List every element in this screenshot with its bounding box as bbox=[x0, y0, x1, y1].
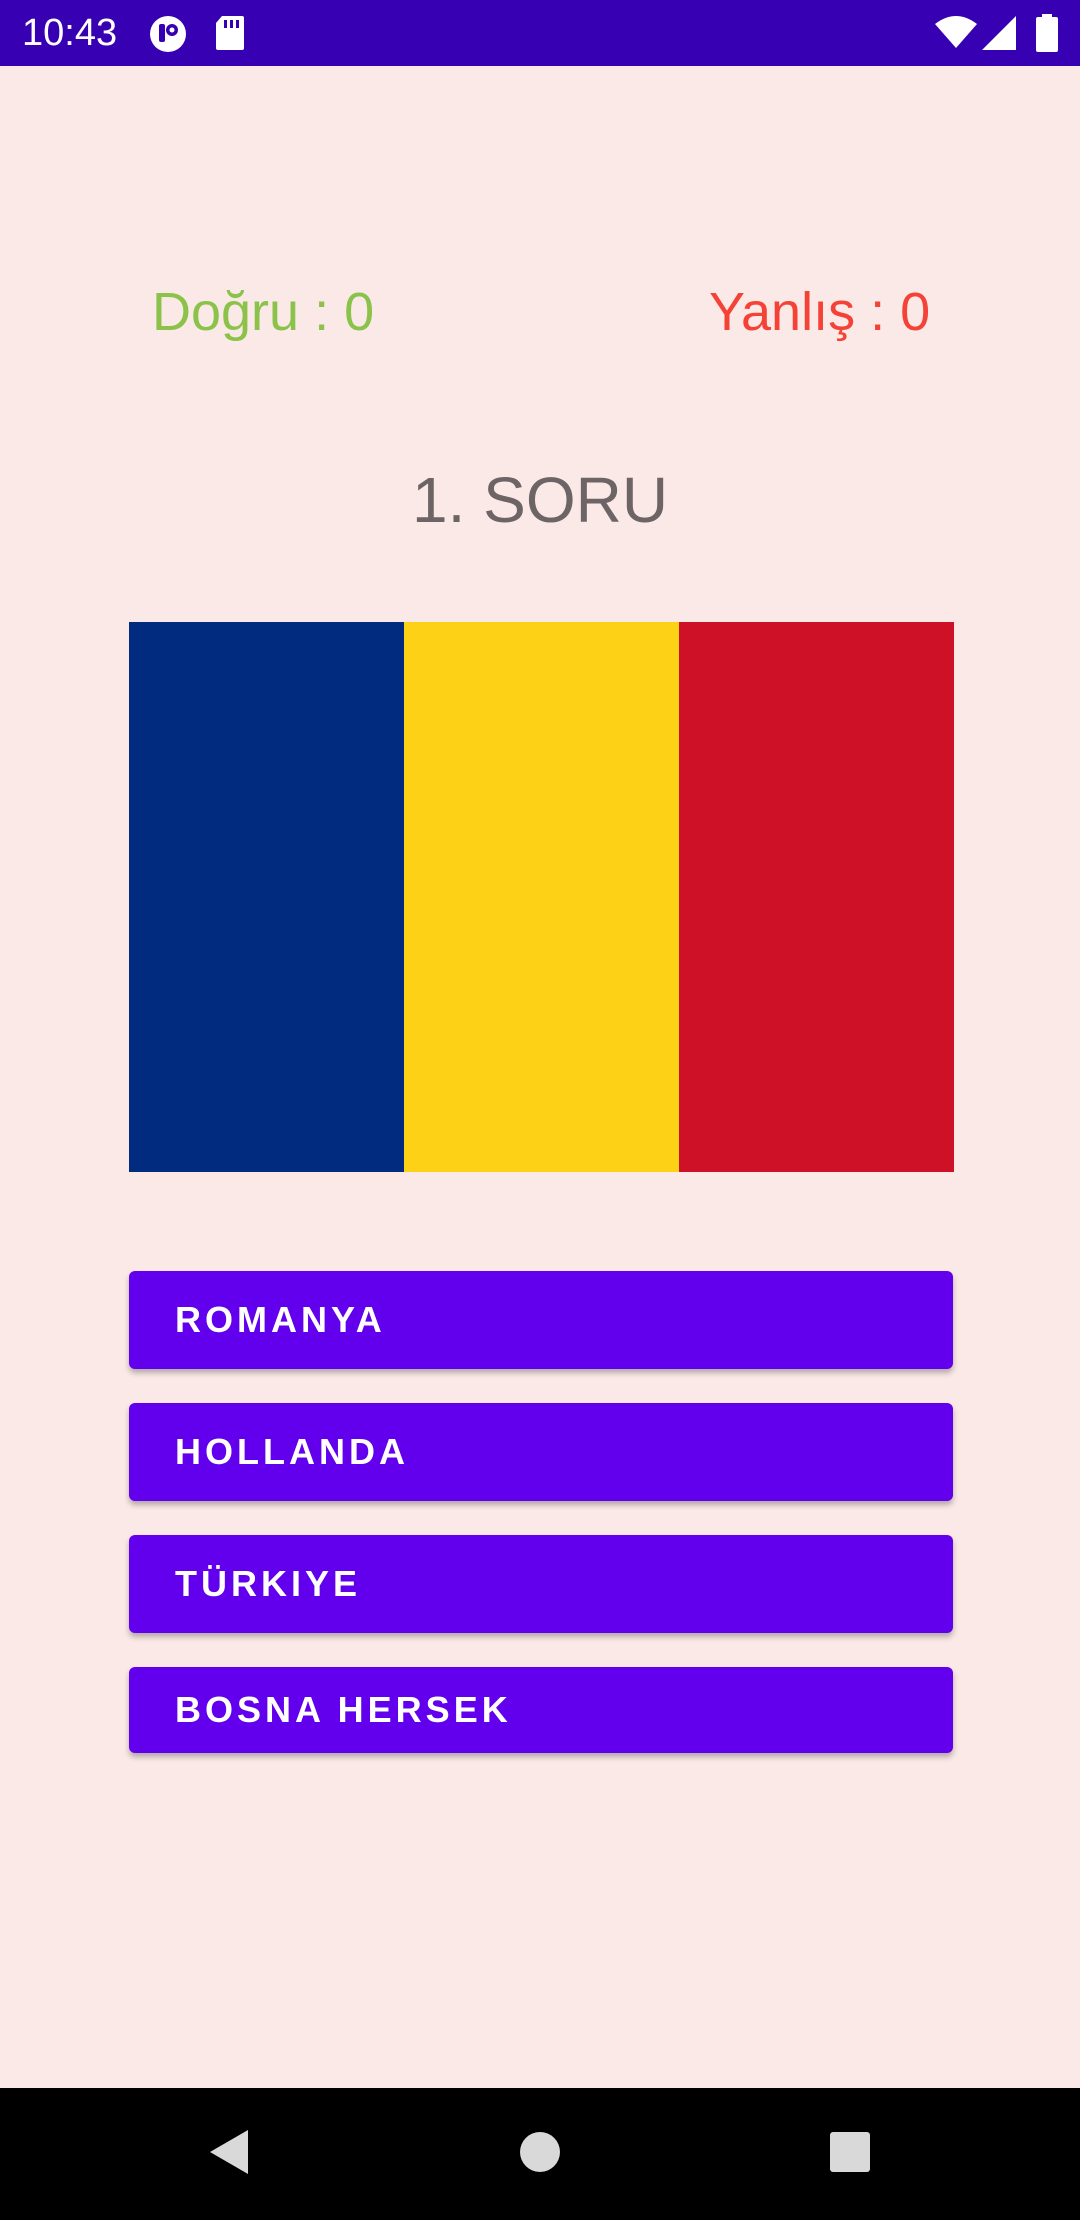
recents-button[interactable] bbox=[784, 2088, 916, 2220]
status-time: 10:43 bbox=[22, 12, 118, 54]
answer-button-turkiye[interactable]: TÜRKIYE bbox=[129, 1535, 953, 1633]
flag-stripe-yellow bbox=[404, 622, 679, 1172]
flag-stripe-blue bbox=[129, 622, 404, 1172]
app-notification-icon bbox=[148, 14, 188, 59]
flag-stripe-red bbox=[679, 622, 954, 1172]
correct-count: Doğru : 0 bbox=[152, 282, 375, 342]
wifi-icon bbox=[934, 16, 978, 55]
recents-icon bbox=[829, 2131, 871, 2178]
question-title: 1. SORU bbox=[411, 464, 669, 536]
navigation-bar bbox=[0, 2088, 1080, 2220]
flag-image bbox=[129, 622, 954, 1172]
answer-button-bosna-hersek[interactable]: BOSNA HERSEK bbox=[129, 1667, 953, 1753]
battery-icon bbox=[1036, 14, 1058, 57]
home-button[interactable] bbox=[474, 2088, 606, 2220]
cellular-signal-icon bbox=[982, 16, 1018, 55]
status-bar: 10:43 bbox=[0, 0, 1080, 66]
sd-card-icon bbox=[214, 14, 246, 57]
answer-button-hollanda[interactable]: HOLLANDA bbox=[129, 1403, 953, 1501]
home-icon bbox=[519, 2131, 561, 2178]
answer-button-romanya[interactable]: ROMANYA bbox=[129, 1271, 953, 1369]
back-icon bbox=[206, 2128, 250, 2181]
wrong-count: Yanlış : 0 bbox=[709, 282, 931, 342]
back-button[interactable] bbox=[162, 2088, 294, 2220]
